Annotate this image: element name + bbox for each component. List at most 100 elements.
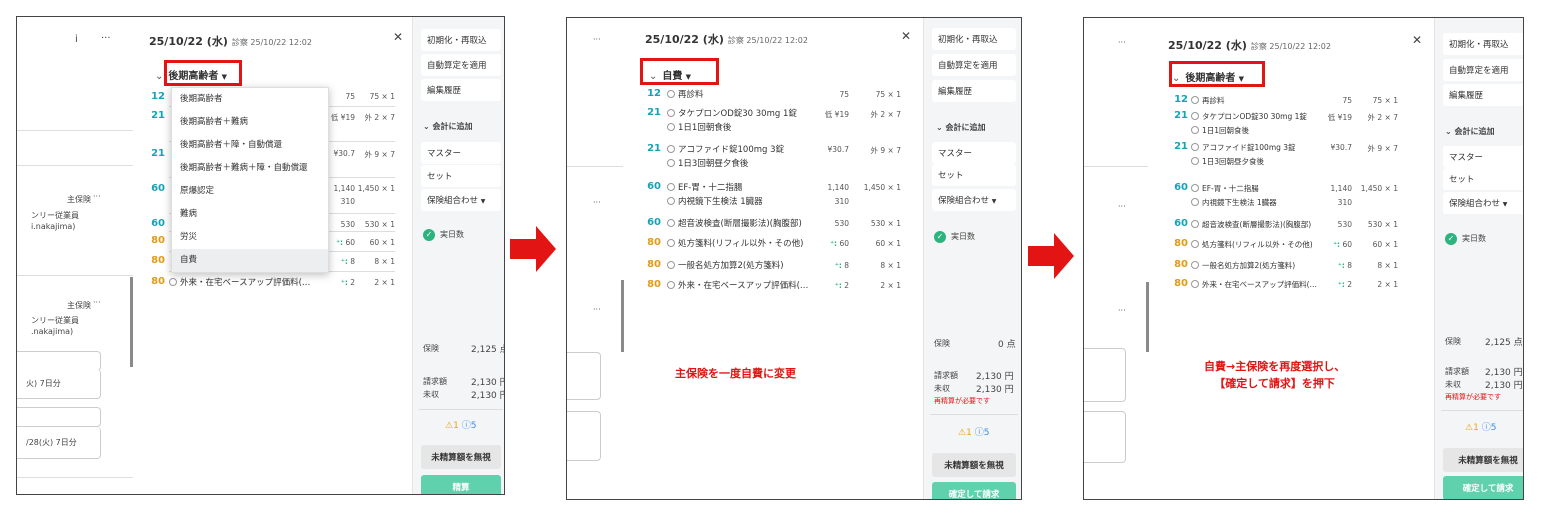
- row-code: 12: [151, 91, 165, 102]
- close-icon[interactable]: ✕: [1412, 33, 1422, 47]
- add-to-bill-section[interactable]: ⌄ 会計に追加: [936, 122, 986, 133]
- row-name[interactable]: 処方箋料(リフィル以外・その他): [1191, 239, 1313, 251]
- master-button[interactable]: マスター: [1443, 146, 1523, 168]
- visit-header: 25/10/22 (水) 診察 25/10/22 12:02: [645, 31, 808, 47]
- close-icon[interactable]: ✕: [901, 29, 911, 43]
- master-button[interactable]: マスター: [421, 142, 501, 164]
- row-name[interactable]: 一般名処方加算2(処方箋料): [667, 260, 784, 272]
- add-to-bill-section[interactable]: ⌄ 会計に追加: [423, 121, 473, 132]
- actual-days-toggle[interactable]: ✓ 実日数: [1445, 233, 1486, 245]
- dropdown-option[interactable]: 原爆認定: [172, 180, 328, 203]
- more-icon[interactable]: ···: [593, 305, 601, 314]
- row-name[interactable]: EF-胃・十二指腸: [667, 182, 742, 194]
- row-name[interactable]: アコファイド錠100mg 3錠: [667, 144, 784, 156]
- more-icon[interactable]: ···: [593, 198, 601, 207]
- dropdown-option[interactable]: 後期高齢者＋難病: [172, 111, 328, 134]
- settle-button[interactable]: 精算: [421, 475, 501, 494]
- history-card[interactable]: [567, 352, 601, 400]
- apply-auto-calc-button[interactable]: 自動算定を適用: [1443, 59, 1523, 81]
- set-button[interactable]: セット: [1443, 168, 1523, 190]
- info-icon[interactable]: i: [75, 34, 78, 45]
- ignore-unpaid-button[interactable]: 未精算額を無視: [1443, 448, 1523, 472]
- radio-circle-icon: [1191, 240, 1199, 248]
- row-name[interactable]: 処方箋料(リフィル以外・その他): [667, 238, 803, 250]
- edit-history-button[interactable]: 編集履歴: [1443, 84, 1523, 106]
- init-reload-button[interactable]: 初期化・再取込: [1443, 33, 1523, 55]
- history-item-text: /28(火) 7日分: [26, 438, 77, 447]
- row-name[interactable]: 再診料: [1191, 95, 1225, 107]
- init-reload-button[interactable]: 初期化・再取込: [421, 29, 501, 51]
- history-card[interactable]: /28(火) 7日分: [17, 427, 101, 459]
- ignore-unpaid-button[interactable]: 未精算額を無視: [421, 445, 501, 469]
- history-card[interactable]: [1084, 411, 1126, 463]
- share-icon: ⁺:: [1337, 261, 1345, 270]
- dropdown-option[interactable]: 難病: [172, 203, 328, 226]
- actual-days-toggle[interactable]: ✓ 実日数: [934, 231, 975, 243]
- row-name[interactable]: EF-胃・十二指腸: [1191, 183, 1259, 195]
- actual-days-toggle[interactable]: ✓ 実日数: [423, 229, 464, 241]
- set-button[interactable]: セット: [421, 165, 501, 187]
- master-button[interactable]: マスター: [932, 142, 1016, 164]
- row-name[interactable]: 超音波検査(断層撮影法)(胸腹部): [667, 218, 802, 230]
- alert-counts[interactable]: ⚠1 ⓘ5: [445, 418, 476, 431]
- scrollbar[interactable]: [621, 280, 624, 352]
- row-quantity: 1,450 × 1: [357, 184, 395, 193]
- row-name[interactable]: 再診料: [667, 89, 704, 101]
- row-points: 低 ¥19: [1327, 113, 1352, 122]
- dropdown-option[interactable]: 後期高齢者＋障・自動償還: [172, 134, 328, 157]
- row-name[interactable]: 外来・在宅ベースアップ評価料(…: [169, 277, 310, 289]
- history-card[interactable]: [17, 351, 101, 371]
- unpaid-label: 未収: [1445, 380, 1461, 389]
- confirm-and-bill-button[interactable]: 確定して請求: [932, 482, 1016, 499]
- set-button[interactable]: セット: [932, 164, 1016, 186]
- more-icon[interactable]: ···: [93, 298, 101, 307]
- row-subtext[interactable]: 1日3回朝昼夕食後: [1191, 156, 1264, 168]
- dropdown-option[interactable]: 自費: [172, 249, 328, 272]
- more-icon[interactable]: ···: [93, 192, 101, 201]
- more-icon[interactable]: ···: [1118, 202, 1126, 211]
- insurance-combo-button[interactable]: 保険組合わせ ▼: [932, 189, 1016, 211]
- history-card[interactable]: [1084, 348, 1126, 402]
- row-name[interactable]: タケプロンOD錠30 30mg 1錠: [1191, 111, 1307, 123]
- row-subtext[interactable]: 内視鏡下生検法 1臓器: [667, 196, 763, 208]
- row-name[interactable]: 一般名処方加算2(処方箋料): [1191, 260, 1295, 272]
- more-icon[interactable]: ···: [1118, 306, 1126, 315]
- row-subtext[interactable]: 1日1回朝食後: [1191, 125, 1249, 137]
- history-card[interactable]: [17, 407, 101, 427]
- close-icon[interactable]: ✕: [393, 30, 403, 44]
- row-code: 80: [647, 279, 661, 290]
- row-name[interactable]: タケプロンOD錠30 30mg 1錠: [667, 108, 797, 120]
- add-to-bill-section[interactable]: ⌄ 会計に追加: [1445, 126, 1495, 137]
- chevron-down-icon: ⌄: [936, 123, 943, 132]
- row-subtext[interactable]: 1日1回朝食後: [667, 122, 731, 134]
- insurance-combo-button[interactable]: 保険組合わせ ▼: [421, 189, 501, 211]
- row-name[interactable]: 外来・在宅ベースアップ評価料(…: [1191, 279, 1317, 291]
- confirm-and-bill-button[interactable]: 確定して請求: [1443, 476, 1523, 499]
- scrollbar[interactable]: [130, 277, 133, 367]
- row-subtext[interactable]: 1日3回朝昼夕食後: [667, 158, 748, 170]
- edit-history-button[interactable]: 編集履歴: [421, 79, 501, 101]
- row-name[interactable]: 超音波検査(断層撮影法)(胸腹部): [1191, 219, 1311, 231]
- init-reload-button[interactable]: 初期化・再取込: [932, 28, 1016, 50]
- row-name[interactable]: 外来・在宅ベースアップ評価料(…: [667, 280, 808, 292]
- more-icon[interactable]: ···: [1118, 38, 1126, 47]
- ignore-unpaid-button[interactable]: 未精算額を無視: [932, 453, 1016, 477]
- more-icon[interactable]: ···: [101, 33, 111, 44]
- row-subtext[interactable]: 内視鏡下生検法 1臓器: [1191, 197, 1277, 209]
- row-quantity: 外 9 × 7: [1367, 144, 1398, 153]
- row-name[interactable]: アコファイド錠100mg 3錠: [1191, 142, 1296, 154]
- alert-counts[interactable]: ⚠1 ⓘ5: [958, 425, 989, 438]
- history-card[interactable]: [567, 411, 601, 461]
- alert-counts[interactable]: ⚠1 ⓘ5: [1465, 420, 1496, 433]
- apply-auto-calc-button[interactable]: 自動算定を適用: [932, 54, 1016, 76]
- dropdown-option[interactable]: 後期高齢者: [172, 88, 328, 111]
- row-code: 80: [151, 255, 165, 266]
- dropdown-option[interactable]: 後期高齢者＋難病＋障・自動償還: [172, 157, 328, 180]
- apply-auto-calc-button[interactable]: 自動算定を適用: [421, 54, 501, 76]
- more-icon[interactable]: ···: [593, 35, 601, 44]
- history-card[interactable]: 火) 7日分: [17, 369, 101, 399]
- edit-history-button[interactable]: 編集履歴: [932, 80, 1016, 102]
- insurance-combo-button[interactable]: 保険組合わせ ▼: [1443, 192, 1523, 214]
- scrollbar[interactable]: [1146, 282, 1149, 352]
- dropdown-option[interactable]: 労災: [172, 226, 328, 249]
